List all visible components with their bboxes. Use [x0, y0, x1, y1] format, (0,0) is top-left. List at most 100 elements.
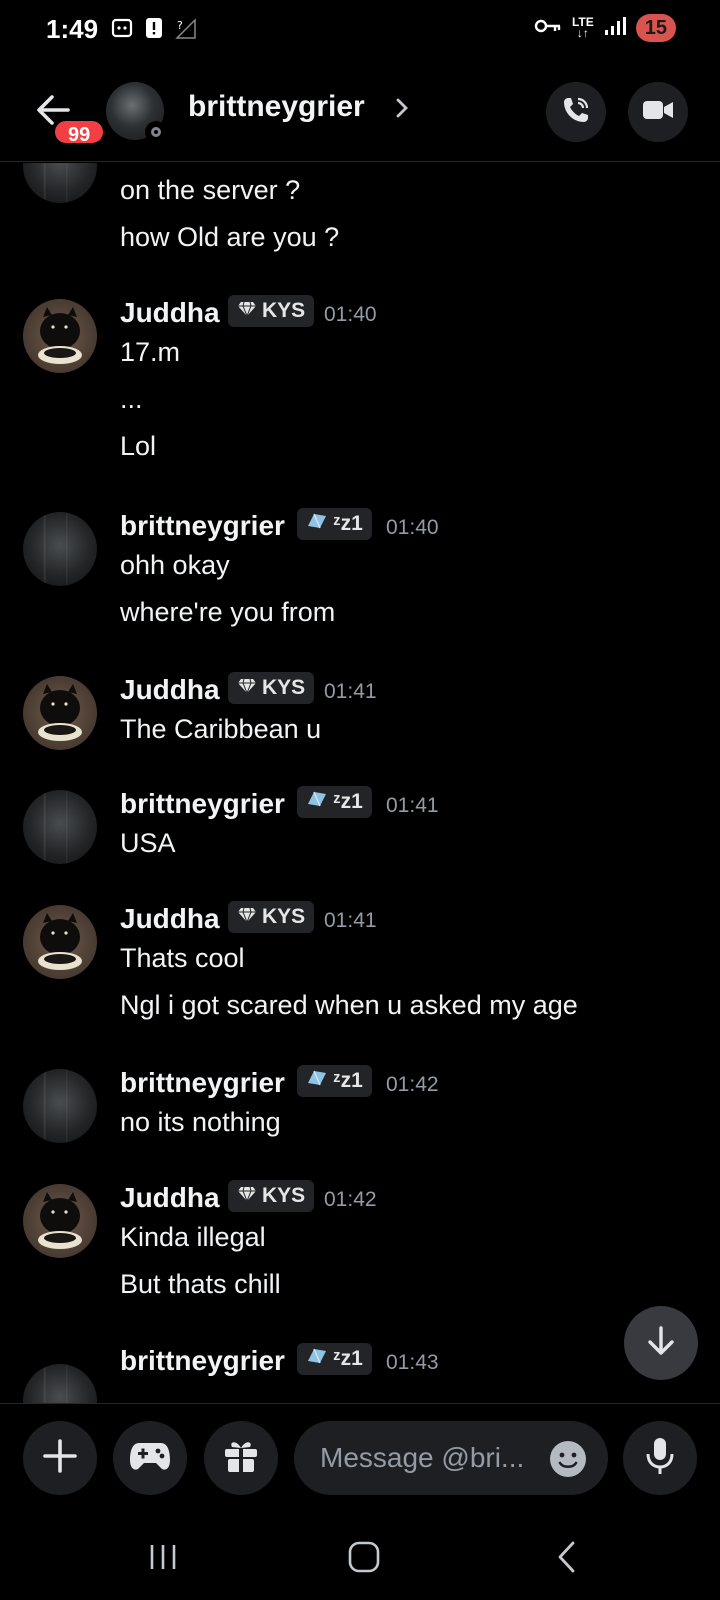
timestamp: 01:42 [324, 1188, 377, 1211]
member-tag[interactable]: KYS [228, 901, 315, 933]
contact-name[interactable]: brittneygrier [188, 90, 365, 124]
system-nav-bar [0, 1515, 720, 1600]
message-text: USA [120, 828, 176, 858]
author-name[interactable]: brittneygrier [120, 1345, 285, 1377]
status-indicator [145, 121, 167, 143]
lte-icon: LTE ↓↑ [571, 15, 594, 40]
tag-text: ᶻz1 [333, 790, 363, 813]
message-composer [0, 1403, 720, 1515]
plus-icon [42, 1438, 78, 1479]
message-text: But thats chill [120, 1269, 281, 1299]
voice-message-button[interactable] [623, 1421, 697, 1495]
author-name[interactable]: brittneygrier [120, 788, 285, 820]
home-button[interactable] [342, 1537, 386, 1581]
activities-button[interactable] [113, 1421, 187, 1495]
avatar[interactable] [23, 905, 97, 979]
member-tag[interactable]: KYS [228, 1180, 315, 1212]
message-text: no its nothing [120, 1107, 281, 1137]
tag-text: ᶻz1 [333, 1347, 363, 1370]
timestamp: 01:43 [386, 1351, 439, 1374]
alert-icon [144, 16, 164, 45]
battery-indicator: 15 [635, 14, 676, 42]
avatar[interactable] [23, 512, 97, 586]
tag-text: KYS [262, 1184, 306, 1207]
gamepad-icon [129, 1440, 171, 1477]
author-name[interactable]: Juddha [120, 1182, 220, 1214]
status-right-icons: LTE ↓↑ 15 [534, 14, 676, 42]
timestamp: 01:40 [324, 303, 377, 326]
chat-header: 99 brittneygrier [0, 64, 720, 162]
ice-icon [306, 1069, 328, 1093]
timestamp: 01:41 [324, 680, 377, 703]
author-name[interactable]: brittneygrier [120, 510, 285, 542]
message-text: 17.m [120, 337, 181, 367]
avatar[interactable] [23, 1364, 97, 1403]
tag-text: KYS [262, 299, 306, 322]
emoji-button[interactable] [548, 1439, 588, 1479]
scroll-to-bottom-button[interactable] [624, 1306, 698, 1380]
diamond-icon [237, 1184, 257, 1208]
gift-icon [222, 1437, 260, 1480]
emoji-icon [548, 1441, 588, 1483]
gift-button[interactable] [204, 1421, 278, 1495]
author-name[interactable]: Juddha [120, 297, 220, 329]
status-time: 1:49 [46, 14, 99, 44]
back-icon [555, 1540, 579, 1579]
member-tag[interactable]: ᶻz1 [297, 508, 372, 540]
avatar[interactable] [23, 1069, 97, 1143]
chevron-right-icon[interactable] [392, 94, 412, 127]
member-tag[interactable]: KYS [228, 672, 315, 704]
member-tag[interactable]: KYS [228, 295, 315, 327]
phone-call-icon [560, 94, 592, 131]
message-text: The Caribbean u [120, 714, 322, 744]
screenshot-icon [110, 16, 134, 45]
nav-back-button[interactable] [545, 1537, 589, 1581]
timestamp: 01:41 [386, 794, 439, 817]
ice-icon [306, 1347, 328, 1371]
ice-icon [306, 512, 328, 536]
diamond-icon [237, 905, 257, 929]
author-name[interactable]: brittneygrier [120, 1067, 285, 1099]
vpn-key-icon [534, 16, 562, 41]
message-text: on the server ? [120, 175, 301, 205]
avatar[interactable] [23, 1184, 97, 1258]
status-bar: 1:49 ? LTE ↓↑ 15 [0, 0, 720, 64]
author-name[interactable]: Juddha [120, 674, 220, 706]
tag-text: KYS [262, 905, 306, 928]
timestamp: 01:40 [386, 516, 439, 539]
message-text: Kinda illegal [120, 1222, 266, 1252]
message-text: Thats cool [120, 943, 245, 973]
member-tag[interactable]: ᶻz1 [297, 1343, 372, 1375]
unread-badge: 99 [52, 118, 107, 146]
tag-text: ᶻz1 [333, 1069, 363, 1092]
attach-button[interactable] [23, 1421, 97, 1495]
timestamp: 01:42 [386, 1073, 439, 1096]
tag-text: KYS [262, 676, 306, 699]
tag-text: ᶻz1 [333, 512, 363, 535]
member-tag[interactable]: ᶻz1 [297, 786, 372, 818]
arrow-down-icon [644, 1324, 678, 1363]
avatar[interactable] [23, 790, 97, 864]
diamond-icon [237, 299, 257, 323]
svg-text:?: ? [177, 19, 183, 32]
no-signal-icon: ? [174, 16, 198, 45]
message-text: Lol [120, 431, 157, 461]
avatar[interactable] [23, 163, 97, 203]
voice-call-button[interactable] [546, 82, 606, 142]
avatar[interactable] [23, 299, 97, 373]
ice-icon [306, 790, 328, 814]
message-text: how Old are you ? [120, 222, 340, 252]
video-camera-icon [641, 97, 675, 128]
recents-button[interactable] [141, 1537, 185, 1581]
member-tag[interactable]: ᶻz1 [297, 1065, 372, 1097]
video-call-button[interactable] [628, 82, 688, 142]
avatar[interactable] [23, 676, 97, 750]
author-name[interactable]: Juddha [120, 903, 220, 935]
timestamp: 01:41 [324, 909, 377, 932]
status-left-icons: ? [110, 16, 198, 45]
signal-bars-icon [604, 16, 626, 41]
recents-icon [147, 1542, 179, 1577]
message-text: where're you from [120, 597, 336, 627]
microphone-icon [644, 1436, 676, 1481]
message-text: Ngl i got scared when u asked my age [120, 990, 578, 1020]
